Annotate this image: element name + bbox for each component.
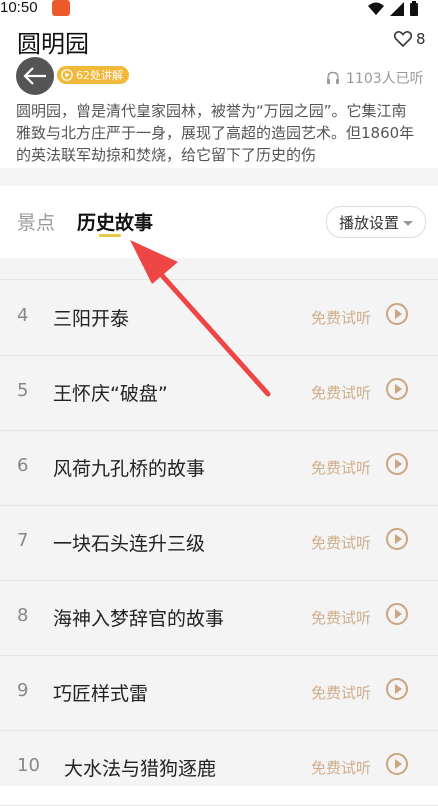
- free-trial-label[interactable]: 免费试听: [311, 757, 371, 778]
- listeners-label: 1103人已听: [346, 71, 424, 87]
- story-number: 6: [17, 455, 29, 476]
- battery-icon: [410, 1, 418, 16]
- story-title: 海神入梦辞官的故事: [53, 608, 225, 630]
- story-title: 巧匠样式雷: [53, 683, 149, 705]
- signal-icon: [390, 1, 404, 16]
- guide-count-badge[interactable]: 62处讲解: [57, 66, 129, 84]
- favorite-count: 8: [416, 30, 426, 48]
- story-list: 4 三阳开泰 免费试听 5 王怀庆“破盘” 免费试听 6 风荷九孔桥的故事 免费…: [0, 258, 438, 806]
- favorite-button[interactable]: 8: [394, 30, 426, 48]
- status-time: 10:50: [0, 0, 38, 16]
- heart-icon: [394, 31, 412, 47]
- app-notification-icon: [52, 0, 70, 16]
- story-title: 大水法与猎狗逐鹿: [64, 758, 217, 780]
- list-item[interactable]: 10 大水法与猎狗逐鹿 免费试听: [0, 730, 438, 806]
- list-item-partial: [0, 204, 438, 280]
- page-title: 圆明园: [17, 30, 89, 58]
- list-item[interactable]: 9 巧匠样式雷 免费试听: [0, 655, 438, 731]
- story-title: 一块石头连升三级: [53, 533, 206, 555]
- play-icon[interactable]: [386, 303, 408, 325]
- section-divider: [0, 168, 438, 186]
- play-icon[interactable]: [386, 678, 408, 700]
- free-trial-label[interactable]: 免费试听: [311, 307, 371, 328]
- badge-label: 62处讲解: [76, 69, 123, 82]
- back-arrow-icon: [23, 67, 46, 85]
- free-trial-label[interactable]: 免费试听: [311, 457, 371, 478]
- story-number: 10: [17, 755, 40, 776]
- story-title: 三阳开泰: [53, 308, 130, 330]
- status-bar: 10:50: [0, 0, 438, 20]
- play-icon[interactable]: [386, 453, 408, 475]
- play-icon[interactable]: [386, 603, 408, 625]
- story-number: 5: [17, 380, 29, 401]
- free-trial-label[interactable]: 免费试听: [311, 607, 371, 628]
- back-button[interactable]: [16, 57, 54, 95]
- play-icon[interactable]: [386, 528, 408, 550]
- list-item[interactable]: 4 三阳开泰 免费试听: [0, 280, 438, 356]
- story-title: 王怀庆“破盘”: [53, 383, 168, 405]
- story-number: 4: [17, 305, 29, 326]
- list-item[interactable]: 6 风荷九孔桥的故事 免费试听: [0, 430, 438, 506]
- story-number: 7: [17, 530, 29, 551]
- place-description: 圆明园，曾是清代皇家园林，被誉为“万园之园”。它集江南雅致与北方庄严于一身，展现…: [16, 102, 415, 164]
- play-icon[interactable]: [386, 753, 408, 775]
- list-item[interactable]: 5 王怀庆“破盘” 免费试听: [0, 355, 438, 431]
- status-indicators: [368, 1, 418, 16]
- listeners-count: 1103人已听: [326, 68, 424, 88]
- list-item[interactable]: 8 海神入梦辞官的故事 免费试听: [0, 580, 438, 656]
- story-number: 9: [17, 680, 29, 701]
- play-circle-icon: [61, 69, 73, 81]
- play-icon[interactable]: [386, 378, 408, 400]
- story-number: 8: [17, 605, 29, 626]
- free-trial-label[interactable]: 免费试听: [311, 382, 371, 403]
- free-trial-label[interactable]: 免费试听: [311, 682, 371, 703]
- story-title: 风荷九孔桥的故事: [53, 458, 206, 480]
- list-item[interactable]: 7 一块石头连升三级 免费试听: [0, 505, 438, 581]
- headphones-icon: [327, 71, 339, 84]
- free-trial-label[interactable]: 免费试听: [311, 532, 371, 553]
- wifi-icon: [368, 2, 384, 15]
